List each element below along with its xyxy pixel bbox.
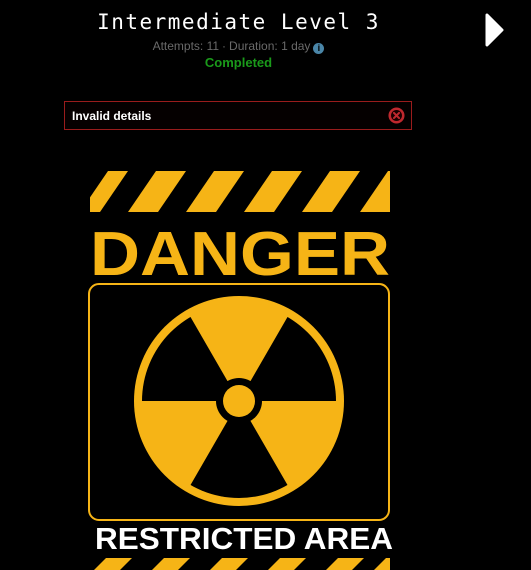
error-message: Invalid details: [72, 109, 152, 123]
error-alert: Invalid details: [64, 101, 412, 130]
duration-text: Duration: 1 day: [229, 39, 311, 53]
level-meta: Attempts: 11 · Duration: 1 day i: [0, 39, 477, 54]
attempts-count: Attempts: 11: [152, 39, 220, 53]
level-title: Intermediate Level 3: [97, 10, 380, 34]
meta-separator: ·: [222, 39, 227, 53]
radiation-icon: [134, 296, 344, 506]
danger-heading: DANGER: [90, 220, 390, 289]
danger-sign-image: DANGER RESTRICTED AREA: [88, 171, 393, 570]
hazard-stripes-top: [90, 171, 390, 212]
next-level-button[interactable]: [484, 13, 504, 47]
close-circle-icon[interactable]: [388, 107, 405, 124]
info-icon[interactable]: i: [313, 43, 325, 54]
chevron-right-icon: [485, 13, 504, 47]
restricted-area-label: RESTRICTED AREA: [95, 521, 393, 556]
hazard-stripes-bottom: [94, 558, 390, 570]
completion-status: Completed: [204, 55, 273, 70]
